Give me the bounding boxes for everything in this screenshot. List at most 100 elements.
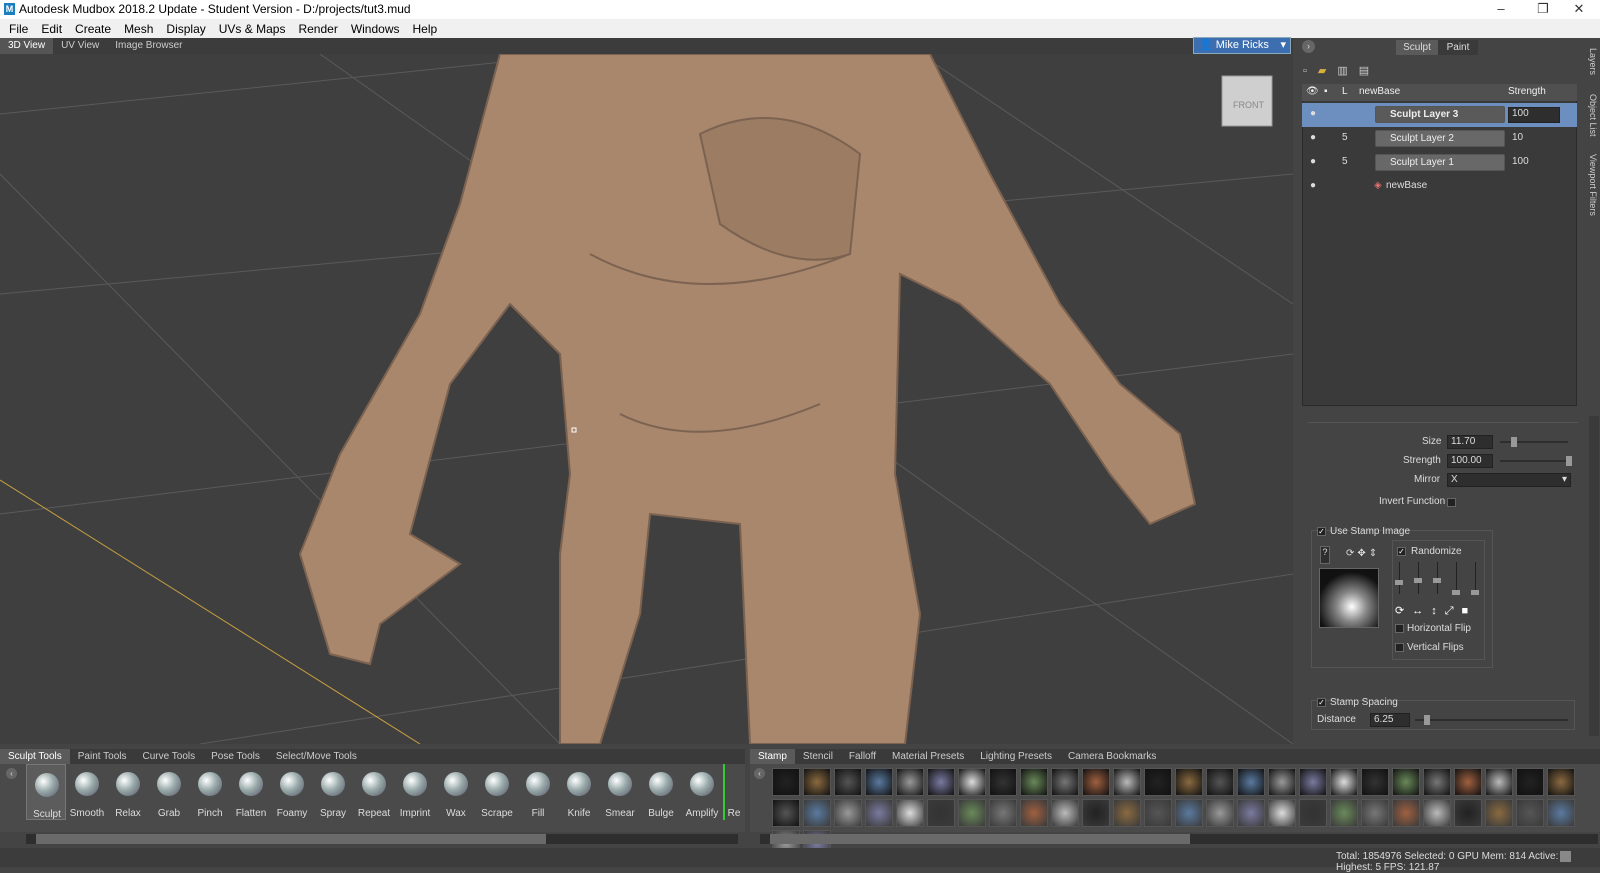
tool-fill[interactable]: Fill <box>518 764 558 820</box>
tool-wax[interactable]: Wax <box>436 764 476 820</box>
tab-stamp[interactable]: Stamp <box>750 749 795 764</box>
stamp-thumbnail[interactable] <box>1237 799 1265 827</box>
menu-render[interactable]: Render <box>298 22 337 36</box>
size-input[interactable]: 11.70 <box>1447 435 1493 449</box>
tool-smooth[interactable]: Smooth <box>67 764 107 820</box>
strength-slider-handle[interactable] <box>1566 456 1572 466</box>
tab-paint-tools[interactable]: Paint Tools <box>70 749 135 764</box>
stamp-thumbnail[interactable] <box>1206 768 1234 796</box>
layer-row[interactable]: ● ◈ newBase <box>1302 175 1577 199</box>
stamp-thumbnail[interactable] <box>989 768 1017 796</box>
side-tab-object-list[interactable]: Object List <box>1584 90 1598 140</box>
strength-slider[interactable] <box>1500 460 1568 462</box>
stamp-thumbnail[interactable] <box>1485 768 1513 796</box>
menu-windows[interactable]: Windows <box>351 22 400 36</box>
stamp-spacing-checkbox[interactable]: ✓ <box>1317 698 1326 707</box>
use-stamp-checkbox[interactable]: ✓ <box>1317 527 1326 536</box>
layer-name[interactable]: Sculpt Layer 1 <box>1375 154 1505 171</box>
stamp-thumbnail[interactable] <box>1423 799 1451 827</box>
tab-sculpt[interactable]: Sculpt <box>1396 40 1438 55</box>
stamp-thumbnail[interactable] <box>896 768 924 796</box>
stamp-thumbnail[interactable] <box>1485 799 1513 827</box>
tab-curve-tools[interactable]: Curve Tools <box>135 749 204 764</box>
menu-help[interactable]: Help <box>413 22 438 36</box>
stamp-thumbnail[interactable] <box>927 799 955 827</box>
visibility-dot-icon[interactable]: ● <box>1310 108 1316 119</box>
layer-name[interactable]: Sculpt Layer 2 <box>1375 130 1505 147</box>
tab-3d-view[interactable]: 3D View <box>0 38 54 54</box>
visibility-dot-icon[interactable]: ● <box>1310 132 1316 143</box>
minimize-icon[interactable]: – <box>1478 0 1524 19</box>
tool-scrape[interactable]: Scrape <box>477 764 517 820</box>
stamp-thumbnail[interactable] <box>772 799 800 827</box>
stamp-thumbnail[interactable] <box>1020 768 1048 796</box>
stamp-thumbnail[interactable] <box>1268 768 1296 796</box>
tool-spray[interactable]: Spray <box>313 764 353 820</box>
stamp-thumbnail[interactable] <box>1051 799 1079 827</box>
stamp-thumbnail[interactable] <box>1175 799 1203 827</box>
stamp-thumbnail[interactable] <box>1330 768 1358 796</box>
layer-strength[interactable]: 100 <box>1512 156 1529 167</box>
tool-repeat[interactable]: Repeat <box>354 764 394 820</box>
stamp-transform-icons[interactable]: ⟳✥⇕ <box>1346 548 1380 559</box>
tab-stencil[interactable]: Stencil <box>795 749 841 764</box>
tool-repeat-partial[interactable]: Re <box>723 764 743 820</box>
stamp-thumbnail[interactable] <box>1144 768 1172 796</box>
tab-select-move-tools[interactable]: Select/Move Tools <box>268 749 365 764</box>
stamp-thumbnail[interactable] <box>958 768 986 796</box>
randomize-sliders[interactable] <box>1395 562 1479 598</box>
stamp-thumbnail[interactable] <box>803 768 831 796</box>
close-icon[interactable]: ✕ <box>1556 0 1600 19</box>
menu-edit[interactable]: Edit <box>41 22 62 36</box>
stamp-thumbnail[interactable] <box>989 799 1017 827</box>
visibility-dot-icon[interactable]: ● <box>1310 156 1316 167</box>
stamp-thumbnail[interactable] <box>1299 799 1327 827</box>
stamp-thumbnail[interactable] <box>1330 799 1358 827</box>
stamp-thumbnail[interactable] <box>1082 799 1110 827</box>
collapse-icon[interactable]: › <box>1302 40 1315 53</box>
distance-slider[interactable] <box>1415 719 1568 721</box>
stamp-thumbnail[interactable] <box>834 799 862 827</box>
tab-camera-bookmarks[interactable]: Camera Bookmarks <box>1060 749 1164 764</box>
stamp-thumbnail[interactable] <box>927 768 955 796</box>
tool-grab[interactable]: Grab <box>149 764 189 820</box>
side-tab-layers[interactable]: Layers <box>1584 44 1598 80</box>
tool-sculpt[interactable]: Sculpt <box>26 764 66 820</box>
folder-icon[interactable]: ▰ <box>1318 65 1337 77</box>
tool-knife[interactable]: Knife <box>559 764 599 820</box>
delete-icon[interactable]: ▥ <box>1337 65 1358 77</box>
stamp-browse-icon[interactable]: ? <box>1320 546 1330 564</box>
stamp-thumbnail[interactable] <box>865 768 893 796</box>
layer-strength[interactable]: 100 <box>1508 107 1560 123</box>
stamp-thumbnail[interactable] <box>1516 799 1544 827</box>
tray-menu-icon[interactable]: ‹ <box>754 768 765 779</box>
merge-icon[interactable]: ▤ <box>1359 65 1380 77</box>
stamp-thumbnail[interactable] <box>1175 768 1203 796</box>
menu-create[interactable]: Create <box>75 22 111 36</box>
tab-falloff[interactable]: Falloff <box>841 749 884 764</box>
tool-amplify[interactable]: Amplify <box>682 764 722 820</box>
tool-flatten[interactable]: Flatten <box>231 764 271 820</box>
tab-image-browser[interactable]: Image Browser <box>107 38 190 54</box>
stamp-thumbnail[interactable] <box>1082 768 1110 796</box>
stamp-thumbnail[interactable] <box>1423 768 1451 796</box>
stamp-thumbnail[interactable] <box>1454 768 1482 796</box>
stamp-thumbnail[interactable] <box>1113 799 1141 827</box>
tab-paint[interactable]: Paint <box>1438 40 1478 55</box>
randomize-mode-icons[interactable]: ⟳↔↕⤢■ <box>1395 604 1476 618</box>
layer-name[interactable]: Sculpt Layer 3 <box>1375 106 1505 123</box>
layer-strength[interactable]: 10 <box>1512 132 1523 143</box>
tool-smear[interactable]: Smear <box>600 764 640 820</box>
distance-slider-handle[interactable] <box>1424 715 1430 725</box>
stamp-thumbnail[interactable] <box>958 799 986 827</box>
size-slider-handle[interactable] <box>1511 437 1517 447</box>
stamp-thumbnail[interactable] <box>834 768 862 796</box>
stamp-thumbnail[interactable] <box>1392 768 1420 796</box>
layer-name[interactable]: newBase <box>1386 180 1427 191</box>
horizontal-flip-checkbox[interactable] <box>1395 624 1404 633</box>
properties-scrollbar[interactable] <box>1589 416 1599 736</box>
stamp-thumbnail[interactable] <box>1516 768 1544 796</box>
stamp-thumbnail[interactable] <box>1319 568 1379 628</box>
stamp-thumbnail[interactable] <box>1144 799 1172 827</box>
stamp-thumbnail[interactable] <box>1547 768 1575 796</box>
